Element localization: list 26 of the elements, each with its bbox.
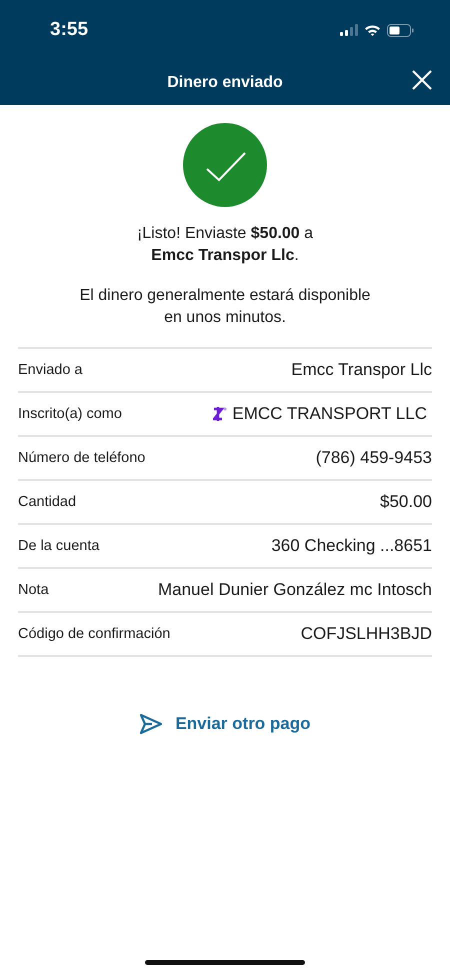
zelle-logo-icon (213, 406, 228, 422)
detail-label: Código de confirmación (18, 626, 170, 642)
availability-note: El dinero generalmente estará disponible en unos minutos. (80, 286, 370, 328)
wifi-icon (364, 24, 381, 36)
detail-value: Manuel Dunier González mc Intosch (158, 580, 432, 600)
detail-value: COFJSLHH3BJD (300, 624, 432, 644)
signal-icon (340, 24, 358, 36)
detail-value: (786) 459-9453 (316, 448, 432, 468)
detail-value: Emcc Transpor Llc (291, 360, 432, 380)
detail-label: Inscrito(a) como (18, 406, 122, 422)
close-icon[interactable] (412, 70, 432, 90)
detail-label: Nota (18, 582, 49, 598)
screen-title: Dinero enviado (167, 74, 283, 92)
detail-label: Cantidad (18, 494, 76, 510)
status-time: 3:55 (50, 19, 88, 41)
send-another-payment-button[interactable]: Enviar otro pago (135, 709, 315, 739)
battery-icon (387, 24, 414, 36)
detail-value: 360 Checking ...8651 (271, 536, 432, 556)
confirmation-message: ¡Listo! Enviaste $50.00 a Emcc Transpor Llc. (136, 224, 314, 266)
detail-value: $50.00 (380, 492, 432, 512)
detail-value: EMCC TRANSPORT LLC (232, 404, 427, 424)
success-check-icon (183, 123, 267, 207)
send-icon (139, 713, 164, 735)
detail-label: De la cuenta (18, 538, 100, 554)
detail-label: Enviado a (18, 362, 82, 378)
detail-label: Número de teléfono (18, 450, 146, 466)
